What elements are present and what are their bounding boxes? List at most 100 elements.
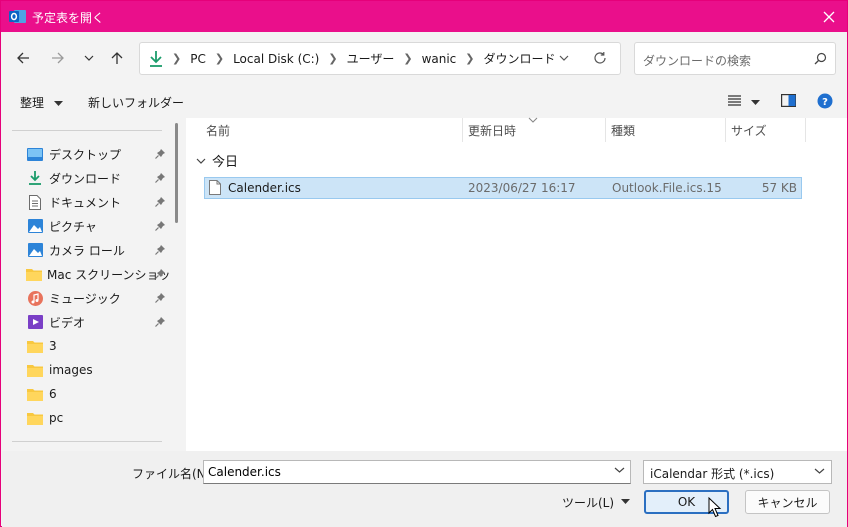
nav-item-documents[interactable]: ドキュメント — [26, 191, 170, 213]
tools-button[interactable]: ツール(L) — [562, 494, 614, 511]
nav-item-downloads[interactable]: ダウンロード — [26, 167, 170, 189]
close-icon — [823, 11, 835, 22]
breadcrumb-item[interactable]: wanic — [422, 52, 457, 66]
camera-roll-icon — [26, 242, 44, 258]
folder-icon — [26, 266, 42, 282]
chevron-down-icon[interactable] — [614, 466, 625, 474]
column-header-size[interactable]: サイズ — [725, 118, 805, 142]
pin-icon — [155, 269, 165, 279]
nav-item-folder-pc[interactable]: pc — [26, 407, 170, 429]
nav-item-label: デスクトップ — [49, 147, 122, 162]
music-icon — [26, 290, 44, 306]
breadcrumb-item[interactable]: ダウンロード — [484, 50, 556, 67]
breadcrumb: ❯ PC ❯ Local Disk (C:) ❯ ユーザー ❯ wanic ❯ … — [172, 43, 556, 74]
up-button[interactable] — [105, 46, 129, 70]
nav-item-folder-6[interactable]: 6 — [26, 383, 170, 405]
nav-item-folder-images[interactable]: images — [26, 359, 170, 381]
file-list: 名前 更新日時 種類 サイズ 今日 Calender.ics 2023/06/2… — [186, 117, 847, 451]
group-header-today[interactable]: 今日 — [196, 151, 238, 170]
file-modified: 2023/06/27 16:17 — [468, 181, 576, 195]
file-name: Calender.ics — [228, 181, 301, 195]
nav-item-music[interactable]: ミュージック — [26, 287, 170, 309]
breadcrumb-item[interactable]: Local Disk (C:) — [233, 52, 319, 66]
forward-button[interactable] — [46, 46, 70, 70]
nav-item-label: ダウンロード — [49, 171, 122, 186]
pin-icon — [155, 317, 165, 327]
file-row[interactable]: Calender.ics 2023/06/27 16:17 Outlook.Fi… — [204, 177, 802, 199]
breadcrumb-item[interactable]: ユーザー — [347, 50, 395, 67]
column-header-type[interactable]: 種類 — [605, 118, 725, 142]
window-title: 予定表を開く — [32, 11, 105, 25]
breadcrumb-item[interactable]: PC — [190, 52, 206, 66]
nav-item-label: pc — [49, 411, 64, 425]
folder-icon — [26, 410, 44, 426]
chevron-right-icon[interactable]: ❯ — [215, 52, 224, 65]
nav-item-camera-roll[interactable]: カメラ ロール — [26, 239, 170, 261]
open-calendar-dialog: 予定表を開く ❯ PC ❯ Local Disk (C:) ❯ ユーザー ❯ w… — [0, 0, 848, 527]
new-folder-button[interactable]: 新しいフォルダー — [88, 94, 184, 111]
address-bar[interactable]: ❯ PC ❯ Local Disk (C:) ❯ ユーザー ❯ wanic ❯ … — [139, 42, 621, 75]
group-label: 今日 — [212, 155, 239, 170]
nav-item-videos[interactable]: ビデオ — [26, 311, 170, 333]
chevron-right-icon[interactable]: ❯ — [403, 52, 412, 65]
chevron-down-icon — [84, 55, 94, 61]
forward-arrow-icon — [52, 52, 64, 64]
column-header-name[interactable]: 名前 — [200, 118, 462, 142]
nav-item-label: ミュージック — [49, 291, 121, 306]
desktop-icon — [26, 146, 44, 162]
nav-item-pictures[interactable]: ピクチャ — [26, 215, 170, 237]
pictures-icon — [26, 218, 44, 234]
folder-icon — [26, 386, 44, 402]
caret-down-icon[interactable] — [621, 499, 630, 505]
nav-item-label: 3 — [49, 339, 57, 353]
chevron-right-icon[interactable]: ❯ — [465, 52, 474, 65]
cancel-button[interactable]: キャンセル — [745, 490, 830, 514]
nav-divider — [12, 130, 162, 131]
document-icon — [26, 194, 44, 210]
nav-scrollbar[interactable] — [175, 123, 178, 223]
pin-icon — [155, 173, 165, 183]
chevron-right-icon[interactable]: ❯ — [328, 52, 337, 65]
close-button[interactable] — [811, 1, 847, 32]
mouse-cursor-icon — [708, 497, 722, 518]
back-arrow-icon — [17, 52, 29, 64]
nav-item-label: 6 — [49, 387, 57, 401]
back-button[interactable] — [11, 46, 35, 70]
help-button[interactable]: ? — [817, 93, 833, 112]
nav-item-label: images — [49, 363, 93, 377]
caret-down-icon — [750, 99, 760, 105]
video-icon — [26, 314, 44, 330]
column-divider[interactable] — [805, 118, 806, 142]
pin-icon — [155, 149, 165, 159]
command-bar: 整理 新しいフォルダー ? — [2, 87, 846, 117]
nav-item-label: ピクチャ — [49, 219, 97, 234]
download-icon — [26, 170, 44, 186]
list-view-icon — [728, 95, 741, 106]
nav-item-mac-screenshots[interactable]: Mac スクリーンショット — [26, 263, 170, 285]
sort-caret-icon — [528, 117, 538, 123]
refresh-icon[interactable] — [593, 51, 607, 65]
nav-item-folder-3[interactable]: 3 — [26, 335, 170, 357]
recent-locations-button[interactable] — [77, 46, 101, 70]
search-icon — [814, 52, 827, 65]
view-options-button[interactable] — [728, 95, 760, 109]
filetype-value: iCalendar 形式 (*.ics) — [650, 467, 775, 481]
filename-input[interactable] — [203, 460, 631, 484]
pin-icon — [155, 245, 165, 255]
search-box[interactable]: ダウンロードの検索 — [634, 42, 836, 75]
nav-item-desktop[interactable]: デスクトップ — [26, 143, 170, 165]
pin-icon — [155, 293, 165, 303]
chevron-down-icon — [814, 468, 825, 474]
nav-item-label: カメラ ロール — [49, 243, 125, 258]
help-icon: ? — [817, 93, 833, 109]
organize-button[interactable]: 整理 — [20, 94, 63, 111]
chevron-down-icon[interactable] — [558, 52, 570, 64]
pin-icon — [155, 197, 165, 207]
search-placeholder: ダウンロードの検索 — [643, 54, 752, 68]
organize-label: 整理 — [20, 96, 45, 110]
filetype-select[interactable]: iCalendar 形式 (*.ics) — [643, 460, 832, 484]
nav-item-label: ドキュメント — [49, 195, 122, 210]
preview-pane-button[interactable] — [781, 94, 797, 110]
outlook-app-icon — [9, 10, 26, 23]
caret-down-icon — [53, 100, 63, 106]
